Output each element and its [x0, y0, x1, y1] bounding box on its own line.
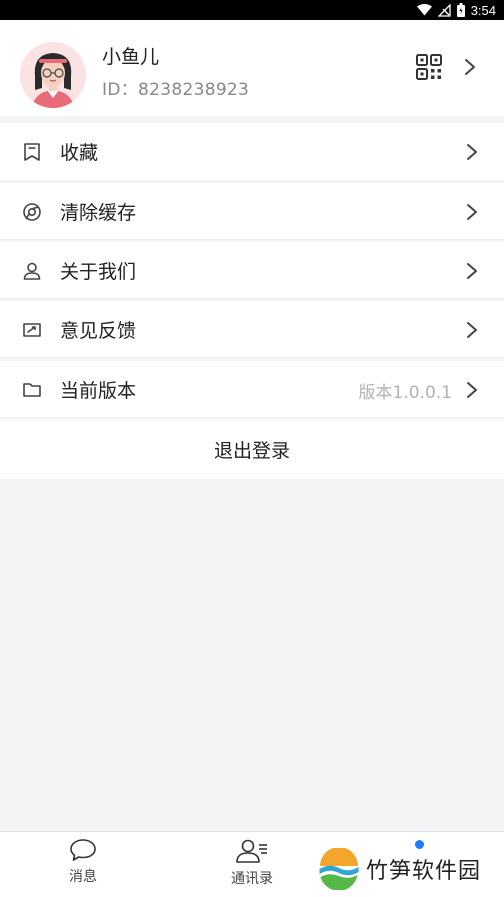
- menu-item-feedback[interactable]: 意见反馈: [0, 301, 504, 358]
- divider: [0, 357, 504, 358]
- status-time: 3:54: [470, 2, 496, 18]
- avatar[interactable]: [20, 42, 86, 108]
- logout-label: 退出登录: [213, 440, 290, 462]
- chat-bubble-icon: [70, 839, 96, 861]
- battery-icon: [456, 3, 465, 17]
- tab-label: 消息: [69, 869, 97, 885]
- watermark: 竹笋软件园: [318, 846, 481, 892]
- tab-messages[interactable]: 消息: [38, 838, 128, 886]
- menu-item-label: 收藏: [60, 142, 99, 164]
- contacts-icon: [236, 839, 267, 863]
- profile-header[interactable]: 小鱼儿 ID：8238238923: [0, 20, 504, 116]
- watermark-logo: [319, 848, 359, 890]
- no-signal-icon: [437, 3, 451, 17]
- profile-id: ID：8238238923: [102, 80, 250, 100]
- clear-cache-icon: [23, 203, 41, 221]
- tab-contacts[interactable]: 通讯录: [207, 838, 297, 888]
- menu-item-label: 当前版本: [60, 380, 137, 402]
- chevron-right-icon: [467, 144, 477, 160]
- menu-item-label: 清除缓存: [60, 202, 137, 224]
- menu-item-label: 关于我们: [60, 261, 137, 283]
- divider: [0, 239, 504, 240]
- menu-item-current-version[interactable]: 当前版本 版本1.0.0.1: [0, 361, 504, 418]
- profile-name: 小鱼儿: [102, 46, 160, 68]
- tab-label: 通讯录: [231, 871, 273, 887]
- logout-button[interactable]: 退出登录: [0, 421, 504, 479]
- menu-item-about-us[interactable]: 关于我们: [0, 242, 504, 299]
- divider: [0, 417, 504, 418]
- status-bar: 3:54: [0, 0, 504, 20]
- chevron-right-icon: [467, 382, 477, 398]
- bookmark-icon: [24, 143, 40, 161]
- watermark-text: 竹笋软件园: [366, 859, 482, 884]
- chevron-right-icon: [465, 59, 475, 75]
- folder-icon: [23, 383, 41, 397]
- wifi-icon: [416, 4, 432, 16]
- chevron-right-icon: [467, 263, 477, 279]
- menu-item-favorites[interactable]: 收藏: [0, 123, 504, 180]
- version-value: 版本1.0.0.1: [358, 383, 452, 403]
- chevron-right-icon: [467, 322, 477, 338]
- person-icon: [23, 262, 41, 280]
- feedback-icon: [23, 323, 41, 337]
- menu-item-clear-cache[interactable]: 清除缓存: [0, 183, 504, 240]
- status-icons: 3:54: [416, 0, 496, 20]
- divider: [0, 298, 504, 299]
- menu-item-label: 意见反馈: [60, 320, 137, 342]
- chevron-right-icon: [467, 204, 477, 220]
- qr-code-icon[interactable]: [416, 54, 442, 80]
